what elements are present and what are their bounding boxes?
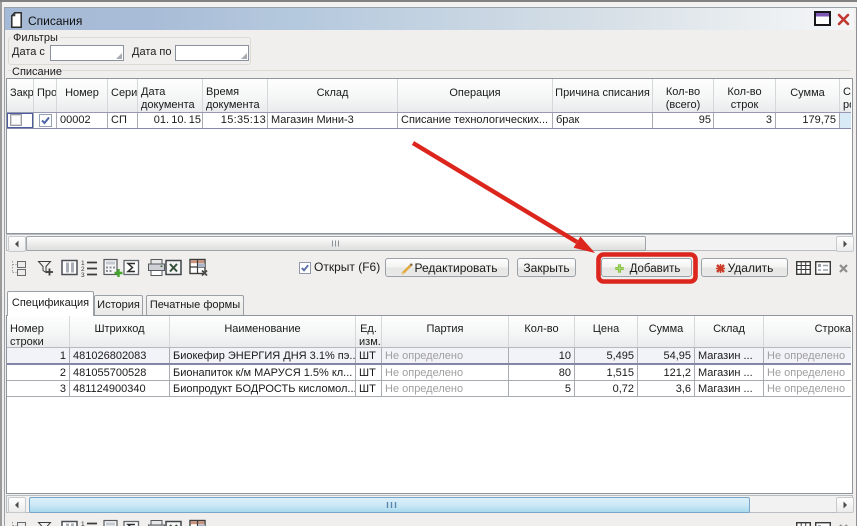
svg-text:1: 1 [81, 521, 85, 526]
svg-text:3: 3 [81, 272, 85, 277]
